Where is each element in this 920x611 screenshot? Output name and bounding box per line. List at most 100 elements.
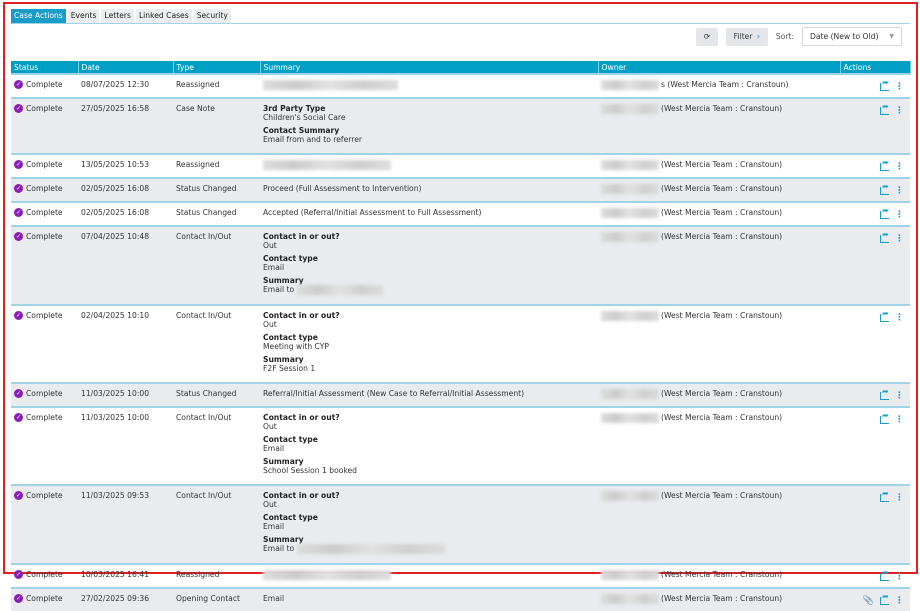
share-icon[interactable]: [880, 387, 889, 400]
column-header-summary[interactable]: Summary: [260, 61, 599, 74]
summary-field: Summary Email to: [263, 535, 595, 554]
owner-team: s (West Mercia Team : Cranstoun): [661, 80, 789, 89]
share-icon[interactable]: [880, 182, 889, 195]
more-options-icon[interactable]: ⋮: [895, 494, 904, 503]
tab-security[interactable]: Security: [193, 9, 231, 23]
actions-cell: 📎⋮: [840, 587, 910, 611]
chevron-right-icon: ›: [756, 31, 761, 42]
type-cell: Contact In/Out: [173, 304, 260, 383]
column-header-type[interactable]: Type: [173, 61, 261, 74]
table-row[interactable]: ✓ Complete 27/05/2025 16:58 Case Note 3rd Pa…: [11, 97, 910, 154]
field-label: Contact type: [263, 435, 318, 444]
summary-field: Contact in or out? Out: [263, 232, 595, 250]
field-value: Children's Social Care: [263, 113, 346, 122]
date-cell: 11/03/2025 09:53: [78, 484, 173, 564]
share-icon[interactable]: [880, 592, 889, 605]
share-icon[interactable]: [880, 568, 889, 581]
summary-field: 3rd Party Type Children's Social Care: [263, 104, 595, 122]
share-icon[interactable]: [880, 102, 889, 115]
column-header-actions[interactable]: Actions: [840, 61, 911, 74]
more-options-icon[interactable]: ⋮: [895, 187, 904, 196]
share-icon[interactable]: [880, 309, 889, 322]
more-options-icon[interactable]: ⋮: [895, 235, 904, 244]
table-row[interactable]: ✓ Complete 27/02/2025 09:36 Opening Contact…: [11, 587, 910, 611]
status-cell: ✓ Complete: [14, 184, 75, 193]
status-text: Complete: [26, 104, 63, 113]
owner-cell: (West Mercia Team : Cranstoun): [601, 208, 837, 218]
status-cell: ✓ Complete: [14, 311, 75, 320]
summary-field: Contact Summary Email from and to referre…: [263, 126, 595, 144]
status-text: Complete: [26, 389, 63, 398]
summary-cell: Proceed (Full Assessment to Intervention…: [260, 177, 598, 202]
field-label: Contact type: [263, 254, 318, 263]
actions-cell: ⋮: [840, 406, 910, 485]
actions-cell: ⋮: [840, 201, 910, 226]
summary-text: Referral/Initial Assessment (New Case to…: [263, 389, 525, 398]
chevron-down-icon: ▼: [889, 33, 894, 40]
date-cell: 11/03/2025 10:00: [78, 406, 173, 485]
redacted-text: [296, 544, 445, 554]
tab-case-actions[interactable]: Case Actions: [11, 9, 66, 23]
field-label: Contact in or out?: [263, 413, 340, 422]
more-options-icon[interactable]: ⋮: [895, 107, 904, 116]
share-icon[interactable]: [880, 206, 889, 219]
status-text: Complete: [26, 80, 63, 89]
paperclip-icon[interactable]: 📎: [863, 597, 874, 606]
table-row[interactable]: ✓ Complete 10/03/2025 16:41 Reassigned (West…: [11, 563, 910, 588]
summary-cell: Contact in or out? Out Contact type Email Su…: [260, 225, 598, 305]
column-header-status[interactable]: Status: [11, 61, 79, 74]
field-label: Summary: [263, 535, 304, 544]
more-options-icon[interactable]: ⋮: [895, 314, 904, 323]
more-options-icon[interactable]: ⋮: [895, 597, 904, 606]
more-options-icon[interactable]: ⋮: [895, 83, 904, 92]
field-value: Email: [263, 263, 285, 272]
type-cell: Reassigned: [173, 73, 260, 98]
owner-cell: (West Mercia Team : Cranstoun): [601, 389, 837, 399]
tab-events[interactable]: Events: [67, 9, 100, 23]
tab-linked-cases[interactable]: Linked Cases: [135, 9, 192, 23]
tab-bar: Case Actions Events Letters Linked Cases Sec…: [11, 9, 231, 23]
table-row[interactable]: ✓ Complete 02/04/2025 10:10 Contact In/Out C…: [11, 304, 910, 383]
table-row[interactable]: ✓ Complete 11/03/2025 09:53 Contact In/Out C…: [11, 484, 910, 564]
owner-cell: (West Mercia Team : Cranstoun): [601, 491, 837, 501]
status-cell: ✓ Complete: [14, 594, 75, 603]
more-options-icon[interactable]: ⋮: [895, 392, 904, 401]
summary-cell: 3rd Party Type Children's Social Care Cont…: [260, 97, 598, 154]
column-header-owner[interactable]: Owner: [598, 61, 841, 74]
table-row[interactable]: ✓ Complete 11/03/2025 10:00 Contact In/Out C…: [11, 406, 910, 485]
more-options-icon[interactable]: ⋮: [895, 573, 904, 582]
share-icon[interactable]: [880, 489, 889, 502]
share-icon[interactable]: [880, 158, 889, 171]
field-value: Email from and to referrer: [263, 135, 363, 144]
filter-label: Filter: [733, 32, 753, 41]
summary-cell: [260, 73, 598, 98]
summary-field: Contact in or out? Out: [263, 491, 595, 509]
table-row[interactable]: ✓ Complete 13/05/2025 10:53 Reassigned (West…: [11, 153, 910, 178]
sort-select[interactable]: Date (New to Old) ▼: [802, 27, 902, 46]
status-text: Complete: [26, 184, 63, 193]
share-icon[interactable]: [880, 230, 889, 243]
status-text: Complete: [26, 160, 63, 169]
table-row[interactable]: ✓ Complete 02/05/2025 16:08 Status Changed P…: [11, 177, 910, 202]
table-row[interactable]: ✓ Complete 11/03/2025 10:00 Status Changed R…: [11, 382, 910, 407]
table-row[interactable]: ✓ Complete 08/07/2025 12:30 Reassigned s (We…: [11, 73, 910, 98]
summary-cell: Accepted (Referral/Initial Assessment to…: [260, 201, 598, 226]
filter-button[interactable]: Filter ›: [725, 27, 768, 46]
table-row[interactable]: ✓ Complete 02/05/2025 16:08 Status Changed A…: [11, 201, 910, 226]
type-cell: Status Changed: [173, 177, 260, 202]
share-icon[interactable]: [880, 411, 889, 424]
owner-team: (West Mercia Team : Cranstoun): [661, 311, 783, 320]
share-icon[interactable]: [880, 78, 889, 91]
tab-letters[interactable]: Letters: [101, 9, 134, 23]
field-label: Contact type: [263, 333, 318, 342]
refresh-button[interactable]: ⟳: [695, 27, 718, 46]
table-row[interactable]: ✓ Complete 07/04/2025 10:48 Contact In/Out C…: [11, 225, 910, 305]
date-cell: 27/02/2025 09:36: [78, 587, 173, 611]
field-value: Out: [263, 422, 277, 431]
more-options-icon[interactable]: ⋮: [895, 416, 904, 425]
more-options-icon[interactable]: ⋮: [895, 211, 904, 220]
column-header-date[interactable]: Date: [78, 61, 174, 74]
date-cell: 02/05/2025 16:08: [78, 201, 173, 226]
summary-field: Contact type Email: [263, 254, 595, 272]
more-options-icon[interactable]: ⋮: [895, 163, 904, 172]
